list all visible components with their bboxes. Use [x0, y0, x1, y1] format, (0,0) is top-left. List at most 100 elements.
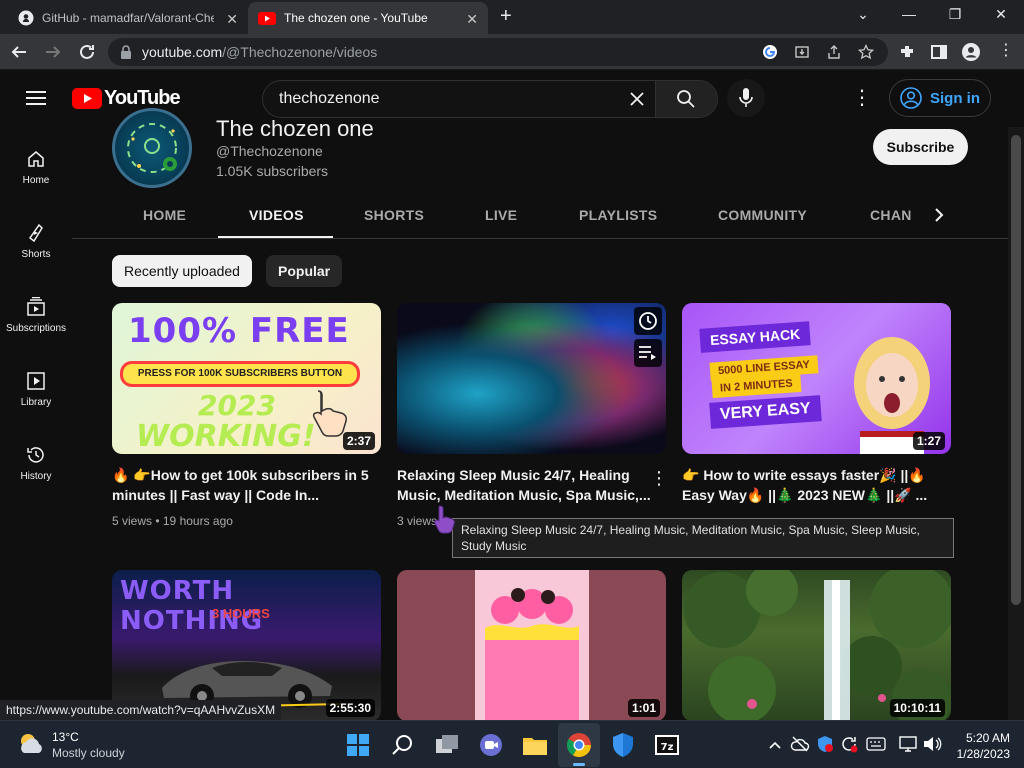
tab-community[interactable]: COMMUNITY	[718, 207, 807, 223]
video-thumbnail[interactable]	[397, 303, 666, 454]
system-clock[interactable]: 5:20 AM 1/28/2023	[952, 730, 1010, 762]
video-thumbnail[interactable]: 1:01	[397, 570, 666, 721]
clear-search-icon[interactable]	[629, 91, 645, 107]
restore-button[interactable]: ❐	[944, 6, 966, 26]
video-title[interactable]: 🔥 👉How to get 100k subscribers in 5 minu…	[112, 465, 374, 505]
video-title[interactable]: 👉 How to write essays faster🎉 ||🔥 Easy W…	[682, 465, 944, 505]
browser-tab-strip: GitHub - mamadfar/Valorant-Che ✕ The cho…	[0, 0, 1024, 34]
sidebar-item-label: Home	[22, 175, 50, 186]
video-meta: 5 views • 19 hours ago	[112, 514, 233, 528]
search-input[interactable]	[263, 81, 655, 117]
tab-github[interactable]: GitHub - mamadfar/Valorant-Che ✕	[8, 2, 248, 34]
search-icon	[677, 90, 695, 108]
add-to-queue-button[interactable]	[634, 339, 662, 367]
chip-recently-uploaded[interactable]: Recently uploaded	[112, 255, 252, 287]
volume-icon[interactable]	[922, 735, 942, 753]
thumb-text: WORKING!	[136, 419, 316, 454]
chrome-menu-icon[interactable]: ⋮	[998, 42, 1014, 60]
channel-avatar[interactable]	[112, 108, 192, 188]
cloud-offline-icon[interactable]	[790, 735, 810, 753]
youtube-logo[interactable]: YouTube	[72, 87, 181, 110]
keyboard-icon[interactable]	[866, 737, 886, 751]
weather-cloudy-icon[interactable]	[16, 731, 46, 757]
page-scrollbar[interactable]	[1008, 127, 1024, 720]
chip-popular[interactable]: Popular	[266, 255, 343, 287]
pointing-hand-icon	[312, 390, 347, 437]
video-thumbnail[interactable]: 100% FREE PRESS FOR 100K SUBSCRIBERS BUT…	[112, 303, 381, 454]
video-menu-icon[interactable]: ⋮	[650, 468, 668, 489]
tab-shorts[interactable]: SHORTS	[364, 207, 424, 223]
sidebar-item-history[interactable]: History	[0, 445, 72, 482]
reload-icon[interactable]	[78, 43, 96, 61]
windows-start-icon[interactable]	[344, 731, 372, 759]
tab-channels[interactable]: CHANI	[870, 207, 912, 223]
chrome-icon	[566, 733, 591, 758]
profile-icon[interactable]	[961, 42, 981, 62]
sidebar-item-subscriptions[interactable]: Subscriptions	[0, 297, 72, 334]
clock-date: 1/28/2023	[956, 747, 1010, 761]
chrome-taskbar-button[interactable]	[558, 723, 600, 767]
hand-cursor-icon	[434, 505, 455, 534]
chevron-up-icon[interactable]	[768, 739, 782, 751]
minimize-button[interactable]: —	[898, 6, 920, 26]
thumb-text: 2023	[198, 389, 276, 422]
sidebar-item-shorts[interactable]: Shorts	[0, 223, 72, 260]
tab-close-icon[interactable]: ✕	[466, 11, 478, 28]
subscribe-button[interactable]: Subscribe	[873, 129, 968, 165]
video-thumbnail[interactable]: ESSAY HACK 5000 LINE ESSAY IN 2 MINUTES …	[682, 303, 951, 454]
7zip-icon[interactable]: 7z	[653, 731, 681, 759]
video-thumbnail[interactable]: WORTH NOTHING 3 HOURS 2:55:30	[112, 570, 381, 721]
google-icon[interactable]	[762, 44, 778, 60]
tab-playlists[interactable]: PLAYLISTS	[579, 207, 657, 223]
task-view-icon[interactable]	[433, 731, 461, 759]
security-alert-icon[interactable]	[816, 735, 834, 753]
side-panel-icon[interactable]	[930, 43, 948, 61]
search-icon[interactable]	[389, 731, 417, 759]
scrollbar-thumb[interactable]	[1011, 135, 1021, 605]
bookmark-star-icon[interactable]	[858, 44, 874, 60]
tab-videos[interactable]: VIDEOS	[249, 207, 304, 223]
sign-in-button[interactable]: Sign in	[889, 79, 991, 117]
defender-shield-icon[interactable]	[609, 731, 637, 759]
video-duration: 1:01	[627, 699, 660, 717]
github-icon	[18, 10, 34, 26]
tab-close-icon[interactable]: ✕	[226, 11, 238, 28]
teams-chat-icon[interactable]	[477, 731, 505, 759]
settings-menu-icon[interactable]: ⋮	[852, 88, 872, 108]
active-app-indicator	[573, 763, 585, 766]
tab-youtube[interactable]: The chozen one - YouTube ✕	[248, 2, 488, 34]
history-icon	[27, 447, 44, 463]
file-explorer-icon[interactable]	[521, 731, 549, 759]
tab-home[interactable]: HOME	[143, 207, 186, 223]
sidebar-item-home[interactable]: Home	[0, 149, 72, 186]
video-thumbnail[interactable]: 10:10:11	[682, 570, 951, 721]
chevron-right-icon[interactable]	[932, 207, 946, 223]
logo-text: YouTube	[104, 87, 181, 109]
search-button[interactable]	[655, 81, 717, 117]
video-meta: 3 views	[397, 514, 438, 528]
address-bar[interactable]: youtube.com/@Thechozenone/videos	[108, 38, 888, 66]
network-icon[interactable]	[898, 735, 918, 753]
tab-search-button[interactable]: ⌄	[852, 6, 874, 26]
sidebar-item-library[interactable]: Library	[0, 371, 72, 408]
tab-live[interactable]: LIVE	[485, 207, 517, 223]
hamburger-menu-icon[interactable]	[26, 90, 46, 106]
voice-search-button[interactable]	[727, 79, 765, 117]
watch-later-button[interactable]	[634, 307, 662, 335]
video-duration: 2:37	[342, 432, 375, 450]
back-icon[interactable]	[10, 43, 28, 61]
tab-title: GitHub - mamadfar/Valorant-Che	[42, 11, 214, 25]
install-icon[interactable]	[794, 44, 810, 60]
subscriber-count: 1.05K subscribers	[216, 163, 329, 179]
forward-icon[interactable]	[44, 43, 62, 61]
video-title[interactable]: Relaxing Sleep Music 24/7, Healing Music…	[397, 465, 659, 505]
weather-temperature: 13°C	[52, 730, 79, 744]
library-icon	[27, 372, 45, 390]
close-window-button[interactable]: ✕	[990, 6, 1012, 26]
extensions-icon[interactable]	[898, 43, 916, 61]
home-icon	[28, 151, 44, 167]
lock-icon[interactable]	[120, 45, 132, 59]
new-tab-button[interactable]: +	[500, 5, 512, 28]
share-icon[interactable]	[826, 44, 842, 60]
sync-icon[interactable]	[840, 735, 858, 753]
